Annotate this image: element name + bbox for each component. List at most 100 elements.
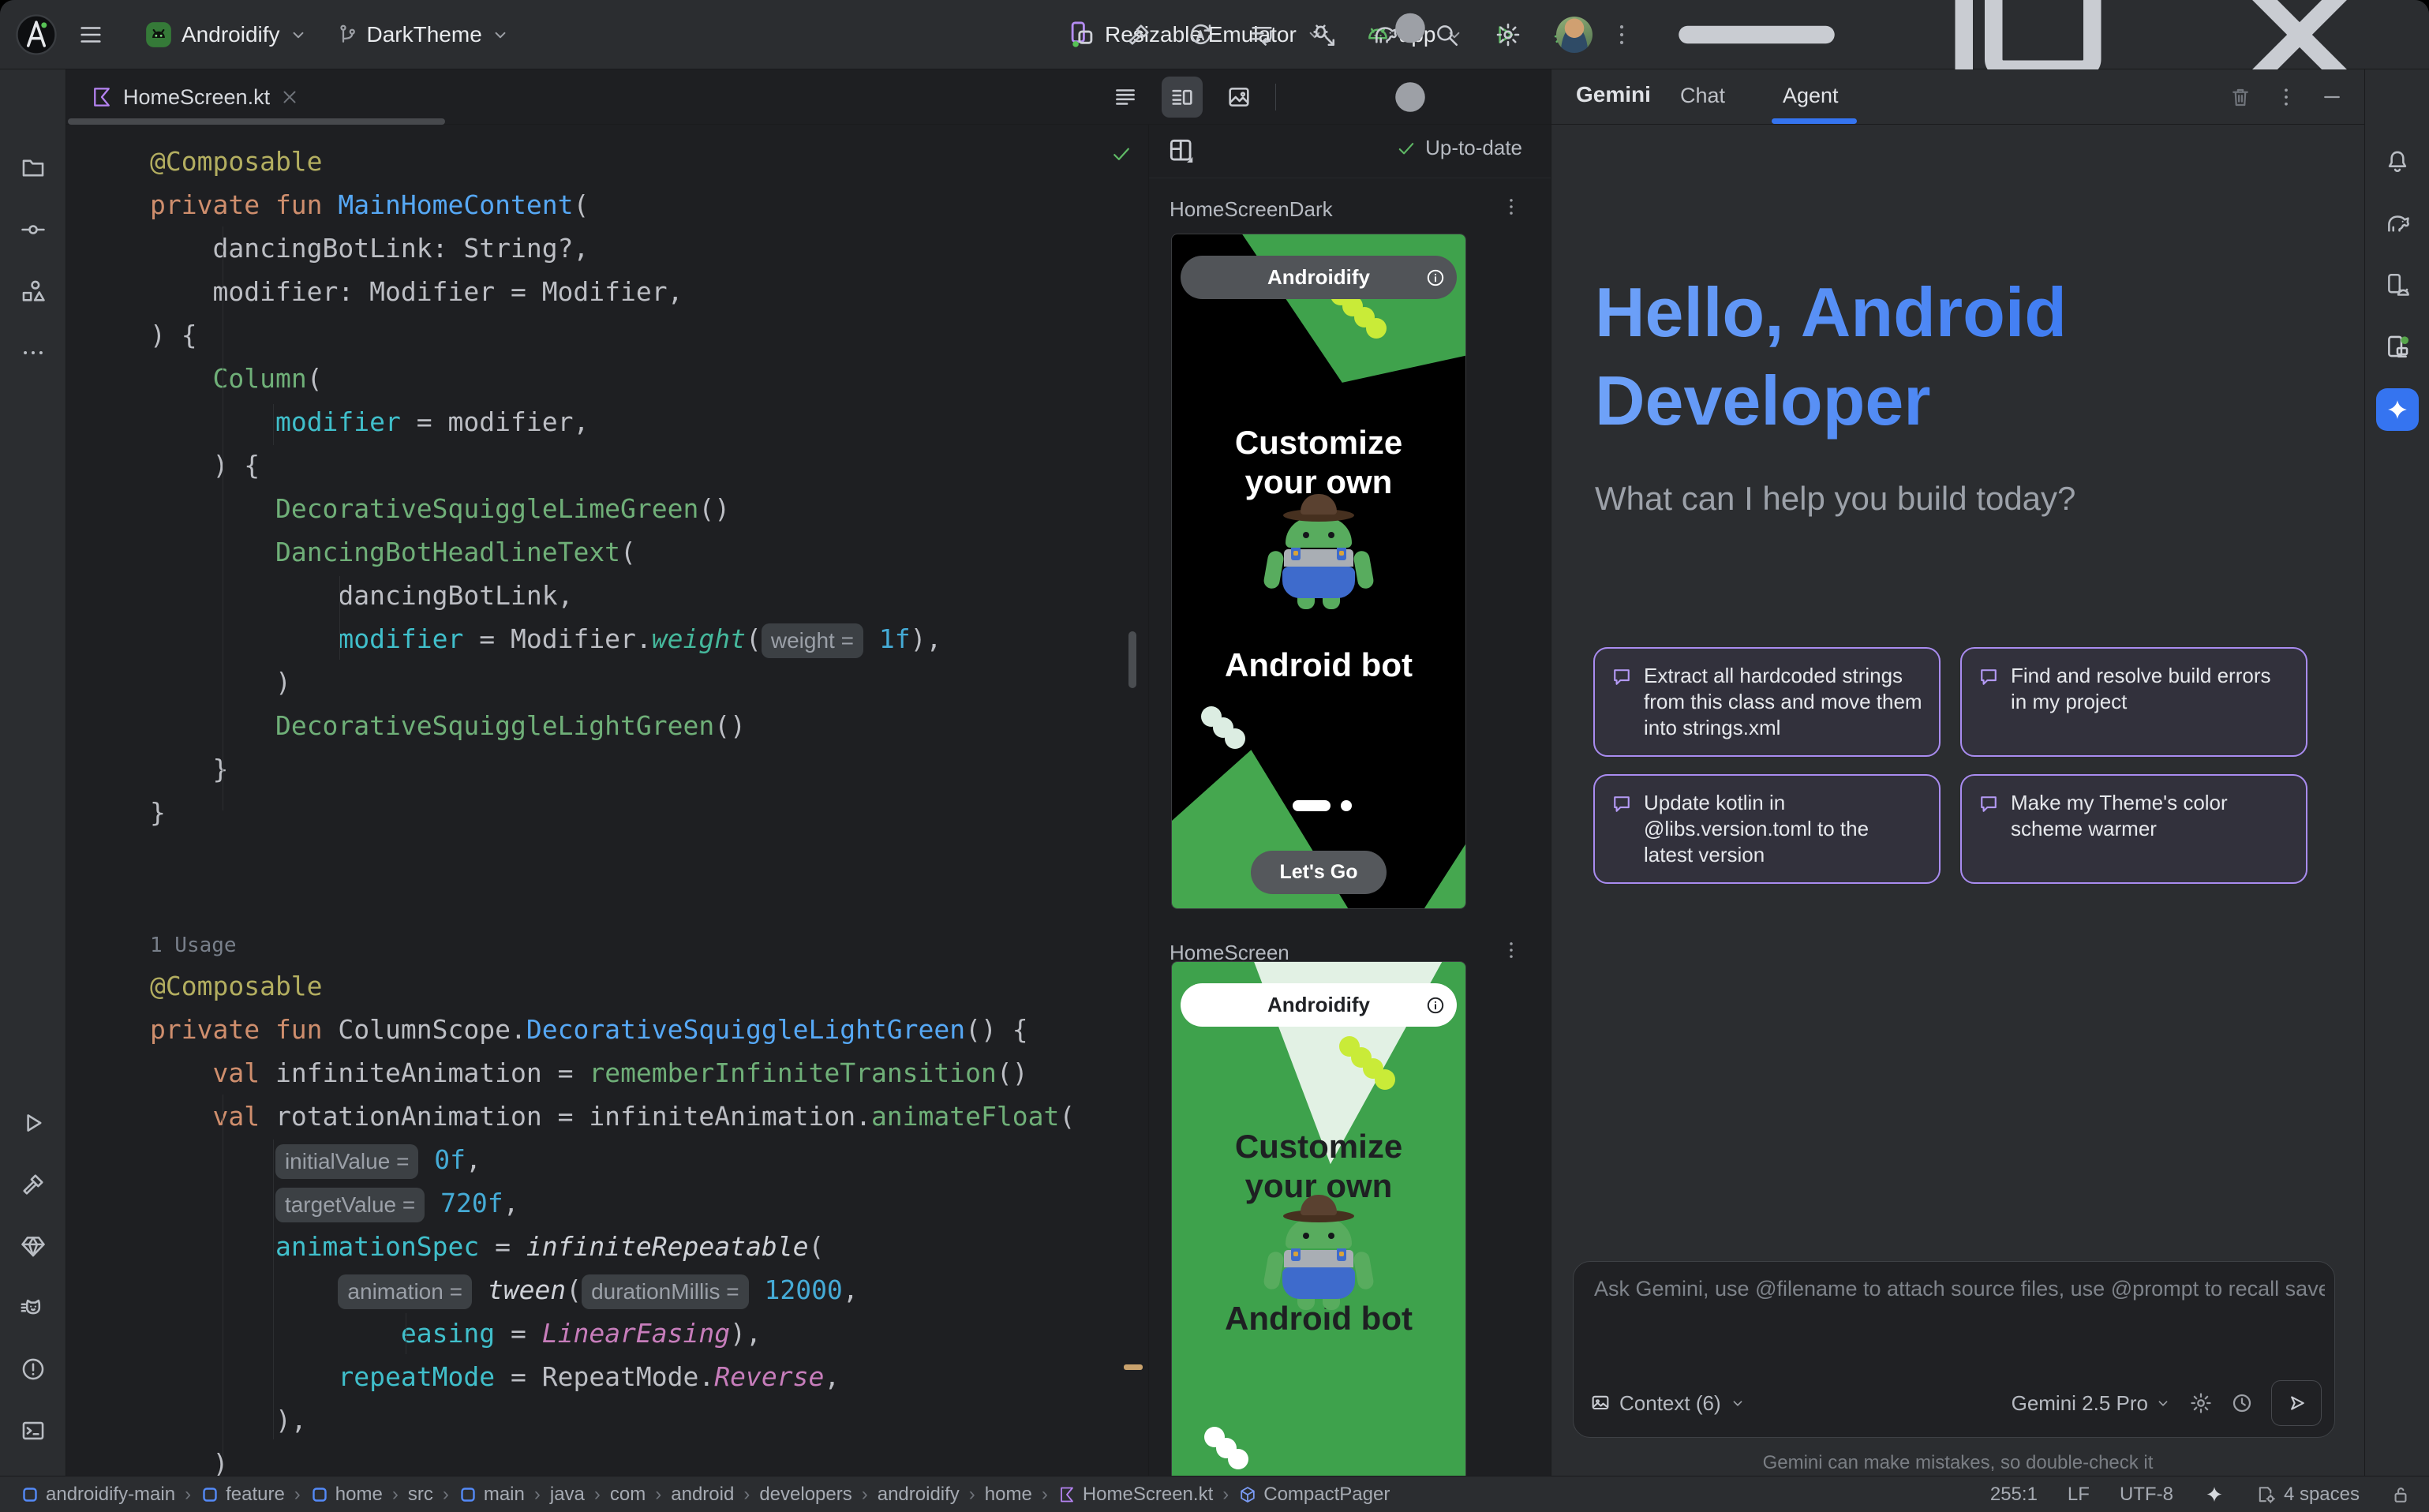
gemini-header: Gemini Chat Agent	[1551, 69, 2364, 125]
clear-chat-icon[interactable]	[2229, 85, 2252, 109]
suggestion-card[interactable]: Extract all hardcoded strings from this …	[1593, 647, 1941, 757]
hide-panel-icon[interactable]	[2320, 85, 2344, 109]
check-icon	[1395, 137, 1417, 159]
breadcrumb-separator: ›	[655, 1484, 661, 1506]
preview-layout-icon[interactable]	[1166, 136, 1196, 166]
breadcrumb-item[interactable]: developers	[759, 1484, 851, 1506]
code-editor[interactable]: @Composableprivate fun MainHomeContent( …	[66, 125, 1148, 1476]
history-icon[interactable]	[2230, 1391, 2254, 1415]
gemini-header-actions	[2229, 69, 2344, 125]
tab-agent[interactable]: Agent	[1783, 84, 1839, 108]
code-line: easing = LinearEasing),	[150, 1312, 1117, 1355]
breadcrumb-item[interactable]: home	[310, 1484, 383, 1506]
suggestion-card[interactable]: Find and resolve build errors in my proj…	[1960, 647, 2307, 757]
context-label: Context (6)	[1619, 1391, 1721, 1416]
vertical-scrollbar-thumb[interactable]	[1128, 631, 1136, 688]
gemini-prompt-input[interactable]	[1593, 1276, 2326, 1302]
android-bot-illustration	[1259, 494, 1378, 612]
preview-options-icon[interactable]	[1500, 939, 1522, 961]
gradle-tool-icon[interactable]	[2384, 210, 2411, 237]
preview-options-icon[interactable]	[1500, 196, 1522, 218]
build-tool-icon[interactable]	[20, 1171, 47, 1198]
preview-headline-2: Android bot	[1172, 646, 1465, 685]
line-separator[interactable]: LF	[2068, 1484, 2090, 1506]
code-content: @Composableprivate fun MainHomeContent( …	[150, 140, 1117, 1476]
problems-tool-icon[interactable]	[20, 1356, 47, 1383]
model-selector[interactable]: Gemini 2.5 Pro	[2012, 1391, 2172, 1416]
send-button[interactable]	[2271, 1380, 2322, 1426]
breadcrumb-item[interactable]: src	[408, 1484, 433, 1506]
file-encoding[interactable]: UTF-8	[2120, 1484, 2173, 1506]
user-avatar[interactable]	[1556, 17, 1593, 53]
code-line: initialValue = 0f,	[150, 1138, 1117, 1181]
close-tab-icon[interactable]	[279, 87, 300, 107]
structure-tool-icon[interactable]	[20, 278, 47, 305]
code-view-button[interactable]	[1105, 77, 1146, 118]
breadcrumb-label: home	[335, 1484, 383, 1506]
breadcrumb-item[interactable]: feature	[200, 1484, 285, 1506]
code-line: ),	[150, 1398, 1117, 1442]
breadcrumb-item[interactable]: androidify-main	[21, 1484, 175, 1506]
breadcrumb-item[interactable]: main	[458, 1484, 525, 1506]
preview-homescreendark[interactable]: Customizeyour own Android bot Let's Go A…	[1171, 234, 1466, 909]
info-icon	[1425, 995, 1446, 1016]
breadcrumb-item[interactable]: com	[610, 1484, 646, 1506]
git-branch-icon	[335, 23, 359, 47]
file-lock-icon[interactable]	[2390, 1484, 2412, 1506]
breadcrumb-separator: ›	[392, 1484, 399, 1506]
design-view-button[interactable]	[1218, 77, 1259, 118]
code-line: private fun MainHomeContent(	[150, 183, 1117, 226]
run-tool-icon[interactable]	[20, 1110, 47, 1136]
gemini-tool-button[interactable]	[2376, 388, 2419, 431]
gemini-title: Gemini	[1576, 82, 1651, 107]
caret-position[interactable]: 255:1	[1990, 1484, 2038, 1506]
commit-tool-icon[interactable]	[20, 216, 47, 243]
terminal-tool-icon[interactable]	[20, 1417, 47, 1444]
project-tool-icon[interactable]	[20, 155, 47, 182]
model-controls: Gemini 2.5 Pro	[2012, 1380, 2322, 1426]
apply-changes-button[interactable]	[1187, 21, 1214, 48]
context-selector[interactable]: Context (6)	[1589, 1391, 1746, 1416]
logcat-tool-icon[interactable]	[20, 1294, 47, 1321]
suggestion-card[interactable]: Make my Theme's color scheme warmer	[1960, 774, 2307, 884]
indent-guide	[273, 1140, 274, 1439]
app-quality-insights-icon[interactable]	[20, 1233, 47, 1259]
more-tools-icon[interactable]	[20, 339, 47, 366]
tab-homescreen-kt[interactable]: HomeScreen.kt	[79, 69, 311, 125]
gemini-options-icon[interactable]	[2274, 85, 2298, 109]
indent-setting[interactable]: 4 spaces	[2255, 1484, 2360, 1506]
chevron-down-icon	[288, 24, 309, 45]
hamburger-menu-icon[interactable]	[77, 21, 104, 48]
breadcrumb-item[interactable]: CompactPager	[1238, 1484, 1390, 1506]
vcs-branch-selector[interactable]: DarkTheme	[335, 22, 511, 47]
code-line: animationSpec = infiniteRepeatable(	[150, 1225, 1117, 1268]
preview-homescreen[interactable]: Customizeyour own Android bot Androidify	[1171, 961, 1466, 1476]
split-view-button[interactable]	[1162, 77, 1203, 118]
breadcrumb-separator: ›	[1222, 1484, 1229, 1506]
code-line: repeatMode = RepeatMode.Reverse,	[150, 1355, 1117, 1398]
horizontal-scrollbar-thumb[interactable]	[68, 118, 445, 125]
breadcrumb-item[interactable]: home	[985, 1484, 1032, 1506]
build-button[interactable]	[1125, 21, 1152, 48]
breadcrumb-item[interactable]: HomeScreen.kt	[1057, 1484, 1213, 1506]
profiler-button[interactable]	[1248, 21, 1275, 48]
preview-name-dark[interactable]: HomeScreenDark	[1170, 197, 1333, 222]
device-manager-icon[interactable]	[2384, 271, 2411, 298]
breadcrumb-label: feature	[226, 1484, 285, 1506]
inspection-ok-icon[interactable]	[1110, 142, 1133, 166]
suggestion-card[interactable]: Update kotlin in @libs.version.toml to t…	[1593, 774, 1941, 884]
running-devices-icon[interactable]	[2384, 333, 2411, 360]
tab-chat[interactable]: Chat	[1680, 84, 1725, 108]
gemini-disclaimer: Gemini can make mistakes, so double-chec…	[1551, 1452, 2364, 1474]
code-line: ) {	[150, 443, 1117, 487]
code-line	[150, 834, 1117, 878]
breadcrumb-item[interactable]: java	[550, 1484, 585, 1506]
project-selector[interactable]: Androidify	[144, 20, 309, 50]
breadcrumb-label: HomeScreen.kt	[1083, 1484, 1213, 1506]
breadcrumb-item[interactable]: android	[671, 1484, 734, 1506]
ai-status-icon[interactable]	[2203, 1484, 2225, 1506]
gemini-input-box[interactable]: Context (6) Gemini 2.5 Pro	[1573, 1261, 2335, 1438]
notifications-icon[interactable]	[2384, 148, 2411, 175]
breadcrumb-item[interactable]: androidify	[878, 1484, 960, 1506]
gemini-settings-icon[interactable]	[2189, 1391, 2213, 1415]
